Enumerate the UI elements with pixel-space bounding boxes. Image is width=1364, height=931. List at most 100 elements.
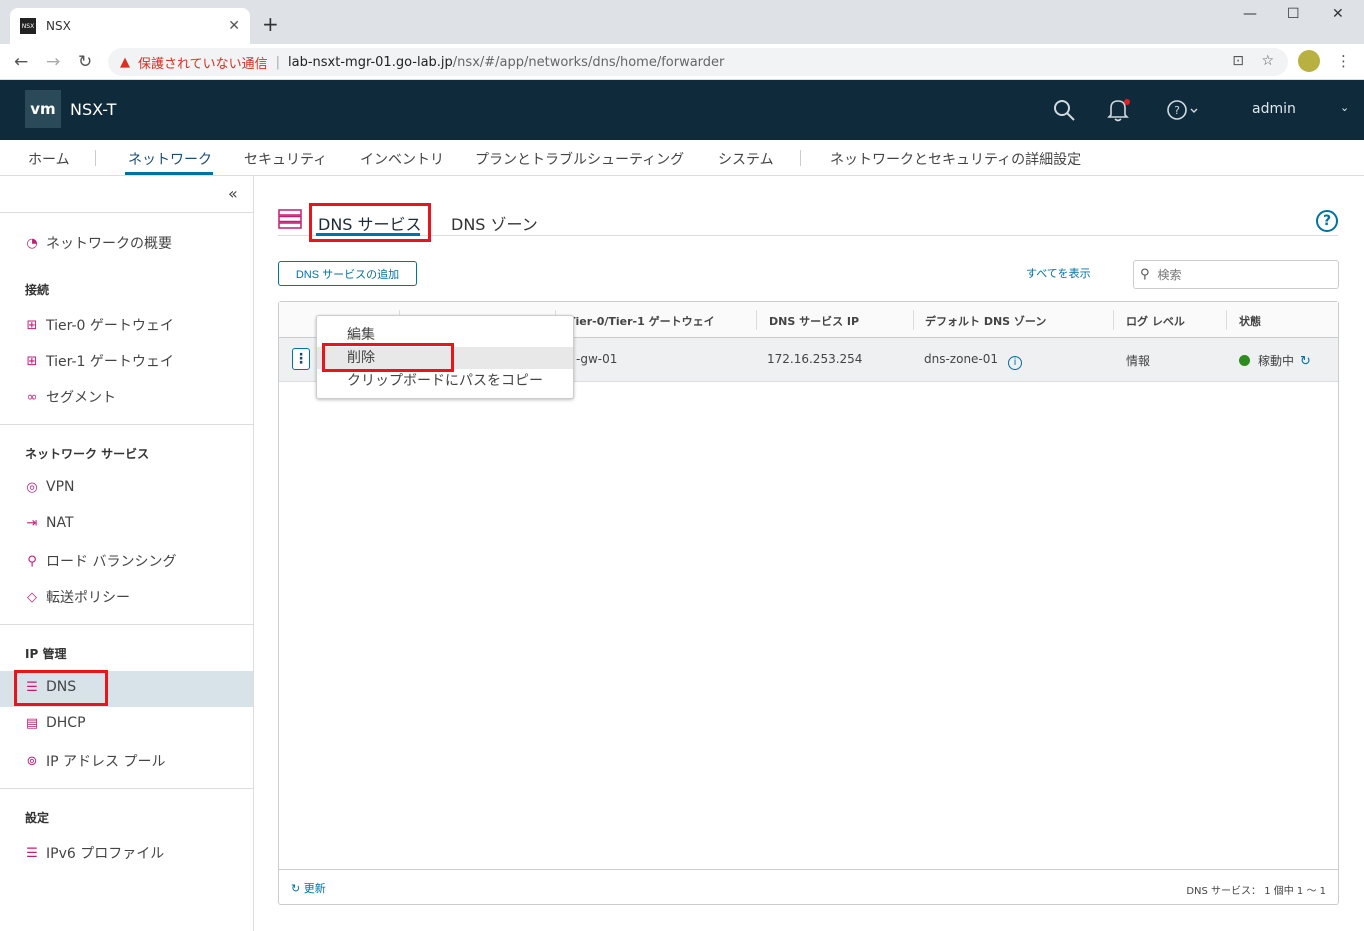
status-ok-icon bbox=[1239, 355, 1250, 366]
menu-item-copy-path[interactable]: クリップボードにパスをコピー bbox=[317, 370, 573, 392]
collapse-sidebar-icon[interactable]: « bbox=[228, 184, 238, 203]
close-tab-icon[interactable]: ✕ bbox=[228, 18, 240, 34]
sidebar-item-ip-pools[interactable]: ⊚ IP アドレス プール bbox=[24, 751, 166, 771]
bookmark-star-icon[interactable]: ☆ bbox=[1261, 53, 1274, 69]
help-menu-icon[interactable]: ? bbox=[1166, 98, 1200, 127]
pagination-info: DNS サービス： 1 個中 1 ～ 1 bbox=[1186, 886, 1326, 897]
sidebar-item-label: Tier-0 ゲートウェイ bbox=[46, 318, 174, 334]
browser-menu-icon[interactable]: ⋮ bbox=[1336, 52, 1351, 70]
nav-inventory[interactable]: インベントリ bbox=[360, 149, 444, 169]
user-menu[interactable]: admin bbox=[1252, 101, 1296, 117]
new-tab-icon[interactable]: + bbox=[262, 12, 279, 36]
row-actions-kebab-icon[interactable]: ⋮ bbox=[292, 348, 310, 370]
column-header-default-zone[interactable]: デフォルト DNS ゾーン bbox=[925, 313, 1046, 329]
vmware-logo: vm bbox=[25, 90, 61, 128]
refresh-status-icon[interactable]: ↻ bbox=[1300, 354, 1311, 369]
sidebar-item-load-balancing[interactable]: ⚲ ロード バランシング bbox=[24, 551, 176, 571]
help-icon[interactable]: ? bbox=[1316, 210, 1338, 232]
sidebar-item-nat[interactable]: ⇥ NAT bbox=[24, 515, 74, 531]
nav-system[interactable]: システム bbox=[718, 149, 774, 169]
main-nav: ホーム ネットワーク セキュリティ インベントリ プランとトラブルシューティング… bbox=[0, 140, 1364, 176]
status-text: 稼動中 bbox=[1258, 354, 1295, 368]
forward-icon[interactable]: → bbox=[46, 52, 60, 72]
minimize-icon[interactable]: — bbox=[1243, 6, 1257, 22]
browser-tabbar: NSX NSX ✕ + — ☐ ✕ bbox=[0, 0, 1364, 44]
info-icon[interactable]: i bbox=[1008, 356, 1023, 370]
sidebar-item-vpn[interactable]: ◎ VPN bbox=[24, 479, 75, 495]
sidebar-divider bbox=[0, 424, 254, 425]
translate-icon[interactable]: ⊡ bbox=[1232, 53, 1244, 69]
back-icon[interactable]: ← bbox=[14, 52, 28, 72]
gateway-icon: ⊞ bbox=[26, 317, 38, 333]
sidebar-section-heading: ネットワーク サービス bbox=[25, 447, 150, 461]
tabs-baseline bbox=[278, 235, 1338, 236]
sidebar-section-heading: 設定 bbox=[25, 811, 50, 825]
app-title: NSX-T bbox=[70, 100, 117, 119]
column-header-log-level[interactable]: ログ レベル bbox=[1126, 313, 1185, 329]
column-header-gateway[interactable]: Tier-0/Tier-1 ゲートウェイ bbox=[568, 313, 715, 329]
url-omnibox[interactable]: ▲ 保護されていない通信 | lab-nsxt-mgr-01.go-lab.jp… bbox=[108, 48, 1288, 76]
sidebar-item-segments[interactable]: ∞ セグメント bbox=[24, 387, 116, 407]
sidebar-item-tier0[interactable]: ⊞ Tier-0 ゲートウェイ bbox=[24, 315, 174, 335]
highlight-dns-services-tab bbox=[309, 203, 431, 242]
nat-icon: ⇥ bbox=[26, 515, 38, 531]
sidebar-item-label: セグメント bbox=[46, 390, 116, 406]
profile-avatar[interactable] bbox=[1298, 50, 1320, 72]
cell-gateway: -gw-01 bbox=[576, 352, 618, 366]
cell-log-level: 情報 bbox=[1126, 354, 1151, 368]
gateway-icon: ⊞ bbox=[26, 353, 38, 369]
tab-dns-zones[interactable]: DNS ゾーン bbox=[451, 211, 538, 235]
sidebar-section-heading: IP 管理 bbox=[25, 647, 67, 661]
sidebar-item-label: 転送ポリシー bbox=[46, 590, 130, 606]
search-icon: ⚲ bbox=[1140, 267, 1150, 282]
sidebar-item-label: VPN bbox=[46, 479, 75, 495]
close-window-icon[interactable]: ✕ bbox=[1332, 6, 1344, 22]
column-header-status[interactable]: 状態 bbox=[1239, 313, 1261, 329]
show-all-link[interactable]: すべてを表示 bbox=[1026, 265, 1091, 281]
dns-services-icon bbox=[278, 209, 302, 229]
nav-divider bbox=[95, 150, 96, 166]
profile-icon: ☰ bbox=[26, 845, 38, 861]
sidebar-item-label: NAT bbox=[46, 515, 74, 531]
sidebar-item-label: DHCP bbox=[46, 715, 86, 731]
cell-default-zone: dns-zone-01 i bbox=[924, 352, 1023, 370]
nav-advanced[interactable]: ネットワークとセキュリティの詳細設定 bbox=[830, 149, 1081, 169]
nav-plan-troubleshoot[interactable]: プランとトラブルシューティング bbox=[475, 149, 684, 169]
sidebar-divider bbox=[0, 788, 254, 789]
sidebar-divider bbox=[0, 212, 254, 213]
search-icon[interactable] bbox=[1052, 98, 1076, 127]
browser-tab[interactable]: NSX NSX ✕ bbox=[10, 8, 250, 44]
add-dns-service-button[interactable]: DNS サービスの追加 bbox=[278, 261, 417, 286]
address-bar: ← → ↻ ▲ 保護されていない通信 | lab-nsxt-mgr-01.go-… bbox=[0, 44, 1364, 80]
highlight-delete-menu-item bbox=[322, 343, 454, 372]
reload-icon[interactable]: ↻ bbox=[78, 52, 92, 72]
chevron-down-icon[interactable]: ⌄ bbox=[1340, 101, 1349, 114]
sidebar-item-dhcp[interactable]: ▤ DHCP bbox=[24, 715, 86, 731]
notification-badge bbox=[1124, 99, 1130, 105]
nsx-favicon-icon: NSX bbox=[20, 18, 36, 34]
sidebar-item-tier1[interactable]: ⊞ Tier-1 ゲートウェイ bbox=[24, 351, 174, 371]
nav-networking[interactable]: ネットワーク bbox=[128, 149, 212, 169]
refresh-button[interactable]: ↻ 更新 bbox=[291, 880, 326, 896]
nav-home[interactable]: ホーム bbox=[28, 149, 70, 169]
cell-service-ip: 172.16.253.254 bbox=[767, 352, 863, 366]
column-header-service-ip[interactable]: DNS サービス IP bbox=[769, 313, 859, 329]
search-input[interactable] bbox=[1157, 267, 1318, 282]
sidebar-item-forwarding-policies[interactable]: ◇ 転送ポリシー bbox=[24, 587, 130, 607]
search-field[interactable]: ⚲ bbox=[1133, 260, 1339, 289]
app-header: vm NSX-T ? admin ⌄ bbox=[0, 80, 1364, 140]
column-divider bbox=[913, 310, 914, 330]
refresh-label: 更新 bbox=[303, 882, 326, 895]
insecure-warning[interactable]: 保護されていない通信 bbox=[138, 53, 268, 72]
sidebar-item-ipv6-profiles[interactable]: ☰ IPv6 プロファイル bbox=[24, 843, 164, 863]
sidebar-section-heading: 接続 bbox=[25, 283, 50, 297]
highlight-dns-sidebar-item bbox=[14, 670, 108, 706]
load-balancer-icon: ⚲ bbox=[27, 553, 37, 569]
sidebar: « ◔ ネットワークの概要 接続 ⊞ Tier-0 ゲートウェイ ⊞ Tier-… bbox=[0, 176, 254, 931]
maximize-icon[interactable]: ☐ bbox=[1287, 6, 1300, 22]
url-host: lab-nsxt-mgr-01.go-lab.jp bbox=[288, 54, 453, 70]
nav-security[interactable]: セキュリティ bbox=[244, 149, 327, 169]
grid-footer: ↻ 更新 DNS サービス： 1 個中 1 ～ 1 bbox=[279, 869, 1338, 904]
sidebar-item-label: ネットワークの概要 bbox=[46, 236, 172, 252]
sidebar-item-overview[interactable]: ◔ ネットワークの概要 bbox=[24, 233, 172, 253]
